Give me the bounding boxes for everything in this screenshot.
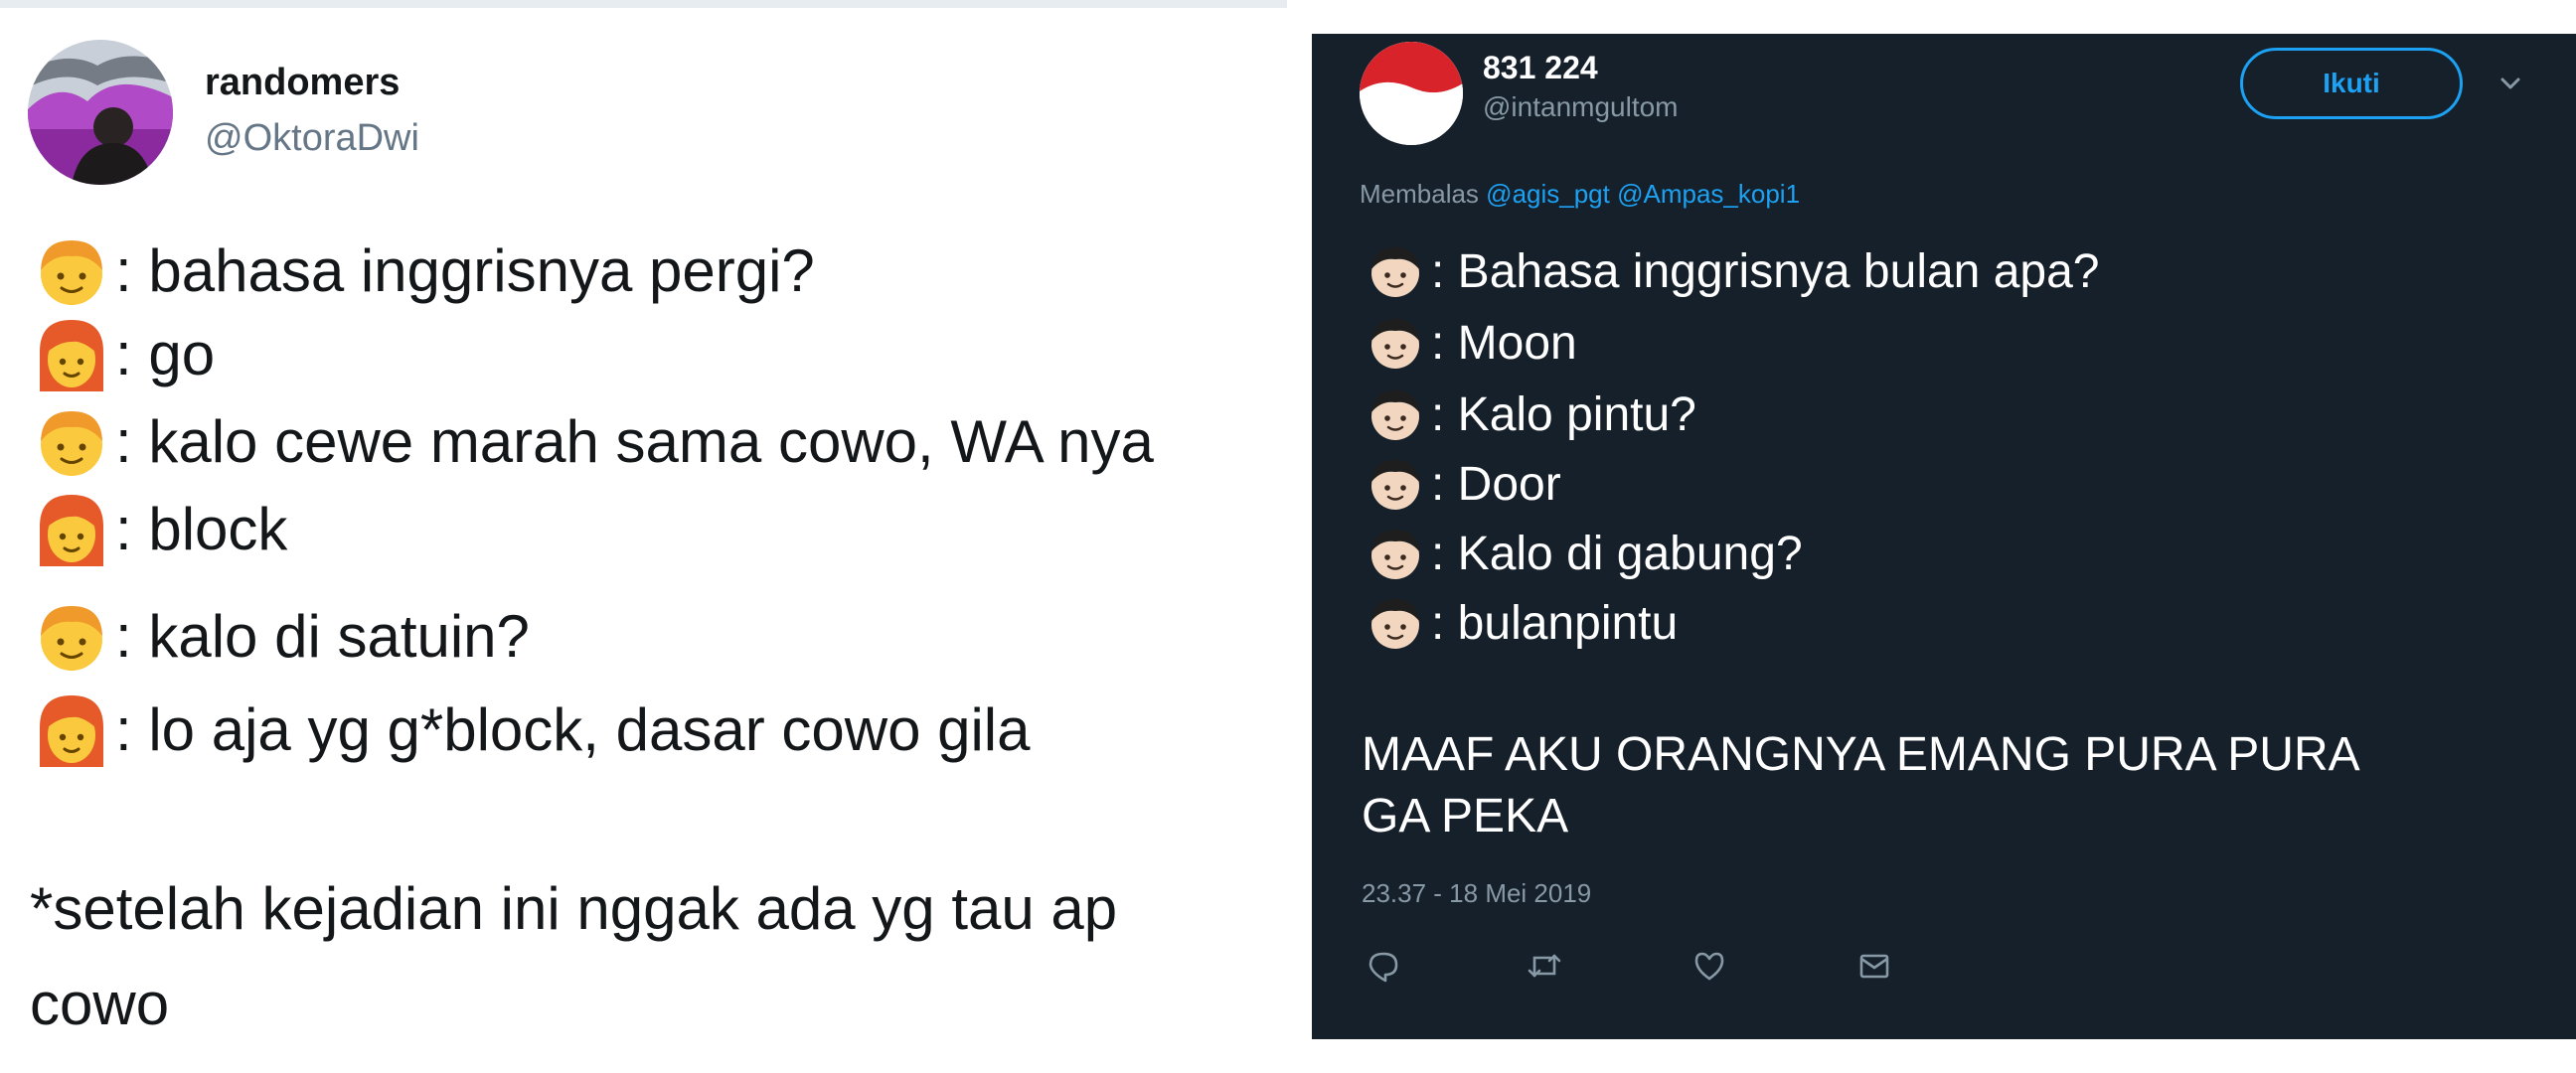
dialog-text: : bulanpintu [1431, 596, 1679, 650]
girl-emoji-icon [40, 495, 103, 566]
dialog-line: : Door [1364, 451, 1561, 517]
dialog-line: : Kalo di gabung? [1364, 521, 1803, 586]
dialog-line: : bahasa inggrisnya pergi? [30, 229, 815, 312]
dialog-line: : lo aja yg g*block, dasar cowo gila [30, 688, 1031, 771]
mention-link[interactable]: @agis_pgt [1486, 179, 1610, 209]
tweet-note: *setelah kejadian ini nggak ada yg tau a… [30, 875, 1118, 942]
replying-label: Membalas [1360, 179, 1479, 209]
reply-icon[interactable] [1364, 946, 1403, 986]
dialog-text: : lo aja yg g*block, dasar cowo gila [115, 695, 1031, 763]
mention-link[interactable]: @Ampas_kopi1 [1617, 179, 1800, 209]
retweet-icon[interactable] [1525, 946, 1564, 986]
dialog-text: : Bahasa inggrisnya bulan apa? [1431, 244, 2100, 298]
display-name[interactable]: 831 224 [1483, 50, 1598, 86]
like-icon[interactable] [1690, 946, 1729, 986]
message-icon[interactable] [1854, 946, 1894, 986]
dialog-line: : kalo di satuin? [30, 594, 530, 678]
boy-emoji-icon [41, 606, 102, 671]
dialog-line: : block [30, 487, 287, 570]
right-tweet-card: 831 224 @intanmgultom Ikuti Membalas @ag… [1312, 34, 2576, 1039]
divider [0, 0, 1287, 8]
avatar[interactable] [1360, 42, 1463, 145]
left-tweet-card: randomers @OktoraDwi : bahasa inggrisnya… [0, 0, 1287, 1073]
dialog-line: : go [30, 312, 215, 395]
dialog-text: : go [115, 320, 216, 387]
dialog-line: : Moon [1364, 310, 1577, 376]
dialog-line: : kalo cewe marah sama cowo, WA nya [30, 399, 1154, 483]
boy-emoji-icon [41, 411, 102, 476]
girl-emoji-icon [40, 320, 103, 391]
user-handle[interactable]: @intanmgultom [1483, 91, 1679, 123]
avatar[interactable] [28, 40, 173, 185]
dialog-text: : kalo cewe marah sama cowo, WA nya [115, 407, 1154, 475]
boy-emoji-icon [1371, 390, 1419, 440]
tweet-caps-text: GA PEKA [1362, 790, 1569, 843]
dialog-line: : Kalo pintu? [1364, 382, 1696, 447]
follow-button[interactable]: Ikuti [2240, 48, 2463, 119]
dialog-text: : Door [1431, 457, 1561, 511]
tweet-timestamp[interactable]: 23.37 - 18 Mei 2019 [1362, 878, 1591, 909]
dialog-text: : block [115, 495, 288, 562]
tweet-caps-text: MAAF AKU ORANGNYA EMANG PURA PURA [1362, 728, 2360, 781]
boy-emoji-icon [1371, 247, 1419, 297]
boy-emoji-icon [1371, 460, 1419, 510]
dialog-line: : Bahasa inggrisnya bulan apa? [1364, 238, 2100, 304]
tweet-note: cowo [30, 971, 170, 1037]
boy-emoji-icon [1371, 319, 1419, 369]
user-handle[interactable]: @OktoraDwi [205, 117, 419, 160]
chevron-down-icon[interactable] [2495, 68, 2526, 99]
girl-emoji-icon [40, 695, 103, 767]
replying-to: Membalas @agis_pgt @Ampas_kopi1 [1360, 179, 1800, 210]
boy-emoji-icon [1371, 599, 1419, 649]
dialog-line: : bulanpintu [1364, 590, 1678, 656]
boy-emoji-icon [41, 240, 102, 305]
dialog-text: : Kalo pintu? [1431, 387, 1696, 441]
dialog-text: : bahasa inggrisnya pergi? [115, 236, 815, 304]
dialog-text: : Kalo di gabung? [1431, 527, 1803, 580]
dialog-text: : Moon [1431, 316, 1577, 370]
dialog-text: : kalo di satuin? [115, 602, 530, 670]
display-name[interactable]: randomers [205, 62, 400, 104]
boy-emoji-icon [1371, 530, 1419, 579]
